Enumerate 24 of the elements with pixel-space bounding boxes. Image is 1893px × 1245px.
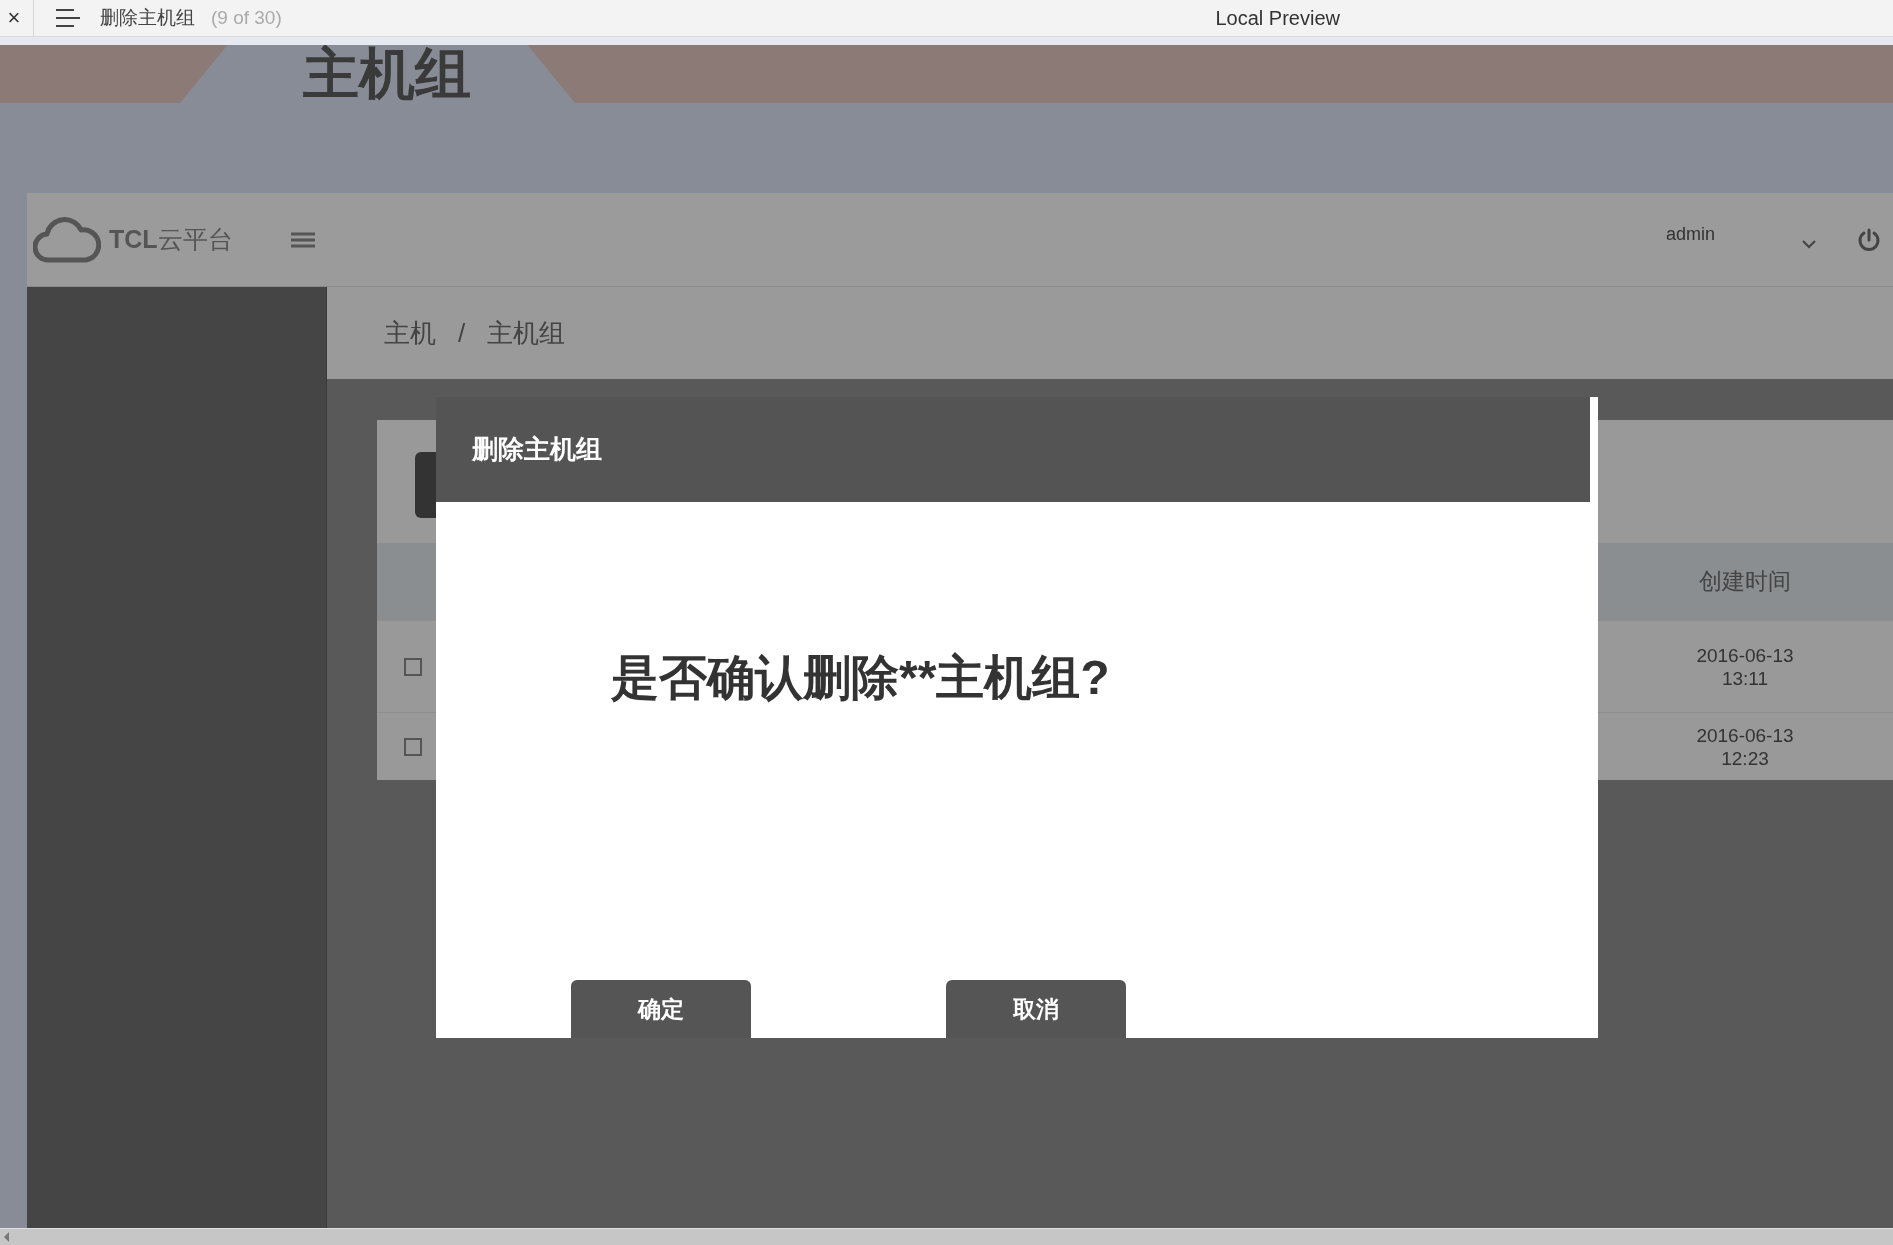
checkbox[interactable] <box>404 657 422 676</box>
table-cell-text: 2016-06-13 13:11 <box>1695 643 1795 690</box>
power-icon[interactable] <box>1857 227 1881 252</box>
menu-icon[interactable] <box>55 8 81 28</box>
cancel-button[interactable]: 取消 <box>946 980 1126 1038</box>
cloud-icon <box>33 216 101 263</box>
breadcrumb-item[interactable]: 主机 <box>384 313 436 353</box>
page-count: (9 of 30) <box>211 5 282 30</box>
close-button[interactable]: × <box>0 4 28 32</box>
chevron-down-icon[interactable] <box>1801 238 1817 249</box>
brand-name: TCL云平台 <box>109 223 233 255</box>
page-tab[interactable]: 主机组 <box>180 45 575 103</box>
page-title: 删除主机组 <box>100 5 195 30</box>
user-name[interactable]: admin <box>1665 221 1715 248</box>
dialog-title: 删除主机组 <box>472 433 602 466</box>
table-cell-text: 2016-06-13 12:23 <box>1695 723 1795 770</box>
window-title: Local Preview <box>1215 6 1340 31</box>
scroll-left-icon[interactable] <box>2 1231 10 1243</box>
dialog-message: 是否确认删除**主机组? <box>611 651 1110 704</box>
breadcrumb-item[interactable]: 主机组 <box>487 313 566 353</box>
checkbox[interactable] <box>404 737 422 756</box>
breadcrumb-separator: / <box>458 316 466 350</box>
column-header: 创建时间 <box>1697 567 1792 597</box>
confirm-button[interactable]: 确定 <box>571 980 751 1038</box>
